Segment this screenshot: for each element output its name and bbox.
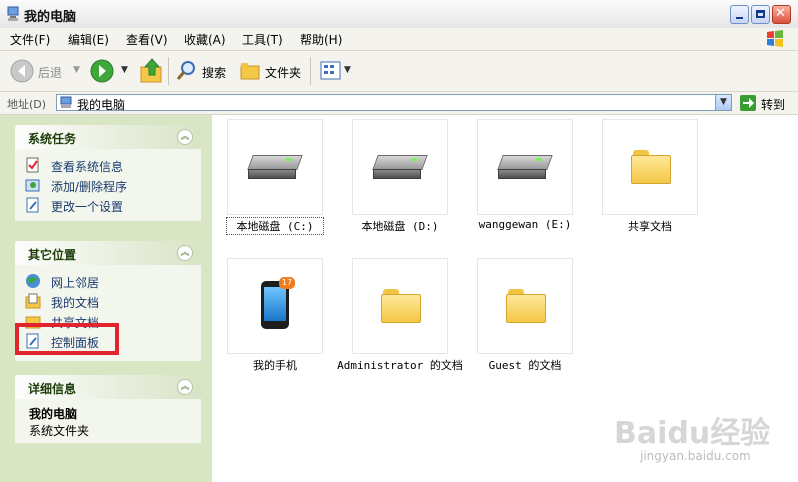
task-label: 添加/删除程序 xyxy=(51,180,128,194)
collapse-chevron-icon[interactable]: ︽ xyxy=(177,129,193,145)
address-bar: 地址(D) 我的电脑 xyxy=(0,92,798,115)
my-phone-tile[interactable]: 17 xyxy=(227,258,323,354)
panel-title: 其它位置 xyxy=(28,248,77,262)
item-label[interactable]: wanggewan (E:) xyxy=(467,218,583,231)
back-dropdown-icon[interactable]: ▼ xyxy=(73,65,80,75)
search-button[interactable]: 搜索 xyxy=(202,64,226,81)
folder-icon xyxy=(631,150,671,184)
my-computer-icon xyxy=(60,96,73,109)
task-pane: 系统任务 ︽ 查看系统信息 添加/删除程序 更改一个设置 其它位置 ︽ 网上邻居… xyxy=(0,115,212,482)
back-button[interactable]: 后退 xyxy=(38,64,62,81)
menu-view[interactable]: 查看(V) xyxy=(126,31,168,48)
menu-help[interactable]: 帮助(H) xyxy=(300,31,342,48)
drive-d-tile[interactable] xyxy=(352,119,448,215)
address-dropdown-button[interactable]: ▼ xyxy=(715,94,732,111)
task-label: 查看系统信息 xyxy=(51,160,124,174)
item-label[interactable]: 我的手机 xyxy=(227,357,323,373)
collapse-chevron-icon[interactable]: ︽ xyxy=(177,245,193,261)
window-title: 我的电脑 xyxy=(24,10,77,25)
menu-bar: 文件(F) 编辑(E) 查看(V) 收藏(A) 工具(T) 帮助(H) xyxy=(0,28,798,51)
toolbar: 后退 ▼ ▼ 搜索 文件夹 ▼ xyxy=(0,51,798,92)
details-panel: 详细信息 ︽ 我的电脑 系统文件夹 xyxy=(15,375,201,443)
guest-docs-tile[interactable] xyxy=(477,258,573,354)
item-label[interactable]: 共享文档 xyxy=(602,218,698,234)
folders-icon[interactable] xyxy=(240,61,262,81)
network-places-icon xyxy=(25,273,41,289)
folder-icon xyxy=(381,289,421,323)
control-panel-icon xyxy=(25,197,41,213)
forward-arrow-icon[interactable] xyxy=(90,59,114,83)
maximize-button[interactable] xyxy=(751,5,770,24)
system-tasks-header[interactable]: 系统任务 ︽ xyxy=(15,125,201,149)
panel-title: 详细信息 xyxy=(28,382,77,396)
folders-button[interactable]: 文件夹 xyxy=(265,64,301,81)
add-remove-icon xyxy=(25,177,41,193)
other-places-header[interactable]: 其它位置 ︽ xyxy=(15,241,201,265)
menu-favorites[interactable]: 收藏(A) xyxy=(184,31,226,48)
place-label: 网上邻居 xyxy=(51,276,100,290)
views-icon[interactable] xyxy=(320,61,342,81)
item-label[interactable]: 本地磁盘 (D:) xyxy=(352,218,448,234)
drive-e-tile[interactable] xyxy=(477,119,573,215)
folder-icon xyxy=(506,289,546,323)
place-my-documents[interactable]: 我的文档 xyxy=(25,291,191,311)
menu-edit[interactable]: 编辑(E) xyxy=(68,31,109,48)
close-button[interactable]: ✕ xyxy=(772,5,791,24)
minimize-button[interactable] xyxy=(730,5,749,24)
address-value: 我的电脑 xyxy=(77,98,126,112)
drive-icon xyxy=(247,155,303,179)
go-button[interactable]: 转到 xyxy=(761,96,785,113)
item-label[interactable]: Administrator 的文档 xyxy=(335,357,465,373)
item-label[interactable]: Guest 的文档 xyxy=(467,357,583,373)
details-title: 我的电脑 xyxy=(29,407,78,421)
task-label: 更改一个设置 xyxy=(51,200,124,214)
menu-tools[interactable]: 工具(T) xyxy=(242,31,283,48)
my-documents-icon xyxy=(25,293,41,309)
windows-logo-icon xyxy=(765,29,785,49)
title-bar: 我的电脑 ✕ xyxy=(0,0,798,29)
drive-icon xyxy=(372,155,428,179)
task-view-system-info[interactable]: 查看系统信息 xyxy=(25,155,191,175)
drive-c-tile[interactable] xyxy=(227,119,323,215)
panel-title: 系统任务 xyxy=(28,132,77,146)
details-subtitle: 系统文件夹 xyxy=(29,424,90,438)
administrator-docs-tile[interactable] xyxy=(352,258,448,354)
system-tasks-panel: 系统任务 ︽ 查看系统信息 添加/删除程序 更改一个设置 xyxy=(15,125,201,221)
menu-file[interactable]: 文件(F) xyxy=(10,31,50,48)
address-label: 地址(D) xyxy=(7,98,47,111)
task-add-remove-programs[interactable]: 添加/删除程序 xyxy=(25,175,191,195)
highlight-box xyxy=(15,323,119,355)
item-label[interactable]: 本地磁盘 (C:) xyxy=(226,217,324,235)
my-computer-icon xyxy=(6,6,20,22)
task-change-setting[interactable]: 更改一个设置 xyxy=(25,195,191,215)
address-input[interactable]: 我的电脑 xyxy=(56,94,732,112)
phone-icon: 17 xyxy=(261,277,295,329)
forward-dropdown-icon[interactable]: ▼ xyxy=(121,65,128,75)
place-label: 我的文档 xyxy=(51,296,100,310)
place-network[interactable]: 网上邻居 xyxy=(25,271,191,291)
up-folder-icon[interactable] xyxy=(140,57,164,85)
watermark-url: jingyan.baidu.com xyxy=(640,449,751,463)
back-arrow-icon[interactable] xyxy=(10,59,34,83)
details-header[interactable]: 详细信息 ︽ xyxy=(15,375,201,399)
baidu-watermark: Baidu经验 xyxy=(614,416,771,451)
phone-badge: 17 xyxy=(279,277,295,289)
drive-icon xyxy=(497,155,553,179)
search-icon[interactable] xyxy=(176,59,198,81)
system-info-icon xyxy=(25,157,41,173)
go-arrow-icon[interactable] xyxy=(740,95,756,111)
collapse-chevron-icon[interactable]: ︽ xyxy=(177,379,193,395)
shared-docs-tile[interactable] xyxy=(602,119,698,215)
views-dropdown-icon[interactable]: ▼ xyxy=(344,65,351,75)
